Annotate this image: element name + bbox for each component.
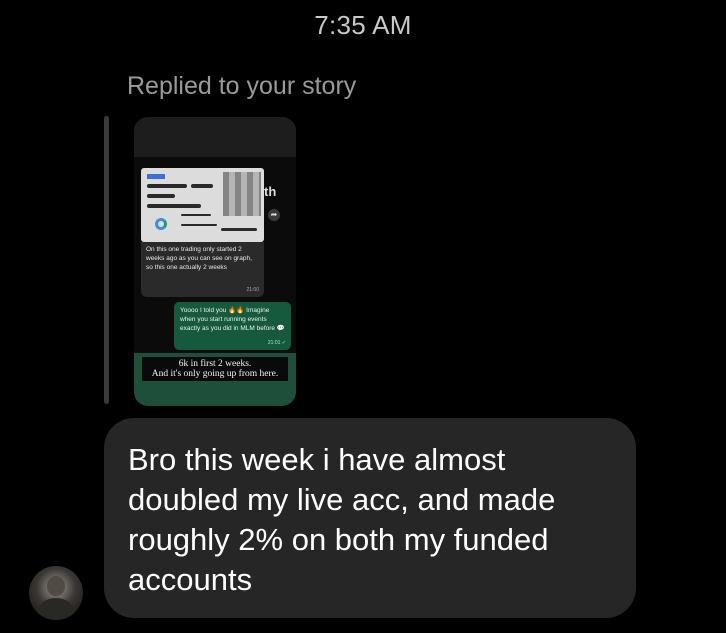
story-top-strip — [134, 117, 296, 157]
story-caption-message-time: 21:00 — [246, 287, 259, 293]
story-green-message-time: 21:01 ✓ — [267, 340, 286, 346]
donut-chart-icon — [155, 218, 167, 230]
avatar-shoulders — [37, 598, 75, 620]
story-thumbnail[interactable]: On this one trading only started 2 weeks… — [134, 117, 296, 406]
story-caption-box: 6k in first 2 weeks. And it's only going… — [142, 357, 288, 381]
forward-icon: ➦ — [268, 209, 280, 221]
story-screenshot-image — [141, 168, 264, 242]
blurred-region — [223, 172, 261, 216]
reply-label: Replied to your story — [127, 72, 357, 100]
timestamp: 7:35 AM — [314, 10, 412, 40]
story-side-text: th — [264, 184, 277, 199]
story-caption-message: On this one trading only started 2 weeks… — [141, 242, 264, 297]
message-bubble[interactable]: Bro this week i have almost doubled my l… — [104, 418, 636, 618]
story-green-message-text: Yoooo I told you 🔥🔥 Imagine when you sta… — [180, 307, 285, 332]
avatar[interactable] — [29, 566, 83, 620]
reply-indicator-bar — [104, 116, 109, 404]
story-caption-line-2: And it's only going up from here. — [151, 369, 279, 379]
story-caption-area: 6k in first 2 weeks. And it's only going… — [134, 353, 296, 406]
story-green-message: Yoooo I told you 🔥🔥 Imagine when you sta… — [174, 302, 291, 350]
avatar-head — [47, 576, 65, 596]
story-caption-message-text: On this one trading only started 2 weeks… — [146, 246, 252, 271]
story-caption-line-1: 6k in first 2 weeks. — [178, 359, 252, 369]
message-text: Bro this week i have almost doubled my l… — [128, 442, 556, 597]
